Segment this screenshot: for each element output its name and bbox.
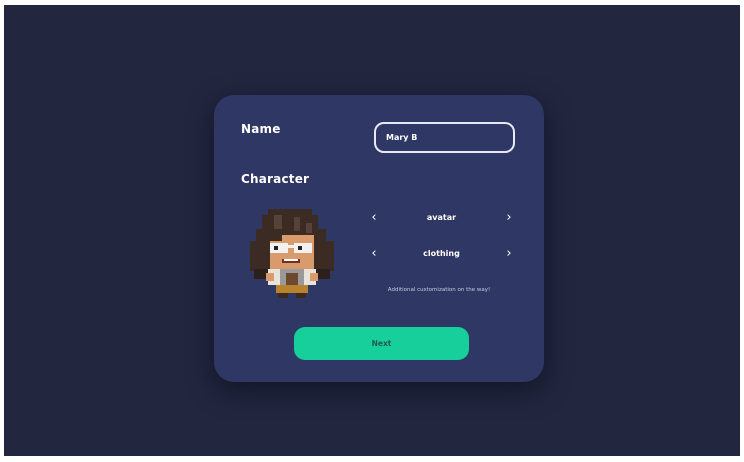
avatar-prev-button[interactable]: ‹ (365, 209, 383, 227)
name-input[interactable] (374, 122, 515, 153)
chevron-right-icon: › (506, 246, 512, 261)
chevron-left-icon: ‹ (371, 246, 377, 261)
name-label: Name (241, 122, 281, 136)
chevron-left-icon: ‹ (371, 210, 377, 225)
character-avatar-image (250, 209, 334, 298)
character-label: Character (241, 172, 310, 186)
avatar-option-label: avatar (426, 213, 457, 222)
next-button[interactable]: Next (294, 327, 469, 360)
avatar-next-button[interactable]: › (500, 209, 518, 227)
avatar-selector: ‹ avatar › (359, 209, 519, 227)
app-background: Name Character (4, 5, 740, 456)
clothing-next-button[interactable]: › (500, 245, 518, 263)
customization-note: Additional customization on the way! (387, 287, 491, 293)
clothing-selector: ‹ clothing › (359, 245, 519, 263)
clothing-prev-button[interactable]: ‹ (365, 245, 383, 263)
clothing-option-label: clothing (423, 249, 460, 258)
chevron-right-icon: › (506, 210, 512, 225)
character-setup-card: Name Character (214, 95, 544, 382)
